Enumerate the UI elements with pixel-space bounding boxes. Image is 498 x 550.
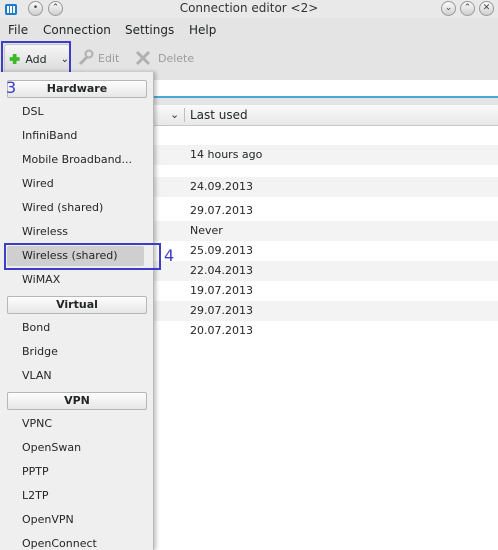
toolbar: Add ⌄ Edit Delete bbox=[0, 40, 498, 74]
table-row[interactable]: 22.04.2013 bbox=[150, 261, 498, 281]
section-virtual: Virtual bbox=[7, 296, 147, 314]
table-row[interactable]: 19.07.2013 bbox=[150, 281, 498, 301]
menu-item-bridge[interactable]: Bridge bbox=[22, 345, 58, 358]
table-row[interactable]: 14 hours ago bbox=[150, 145, 498, 165]
section-hardware: Hardware bbox=[7, 80, 147, 98]
connection-table: ⌄ Last used 14 hours ago 24.09.2013 29.0… bbox=[150, 105, 498, 550]
delete-label: Delete bbox=[158, 51, 195, 65]
menu-item-openvpn[interactable]: OpenVPN bbox=[22, 513, 74, 526]
table-row[interactable]: 29.07.2013 bbox=[150, 201, 498, 221]
add-connection-menu: Hardware DSL InfiniBand Mobile Broadband… bbox=[0, 72, 154, 550]
menu-item-bond[interactable]: Bond bbox=[22, 321, 50, 334]
menu-item-openswan[interactable]: OpenSwan bbox=[22, 441, 81, 454]
menu-item-mobile-broadband[interactable]: Mobile Broadband... bbox=[22, 153, 132, 166]
maximize-icon[interactable]: ⌃ bbox=[460, 1, 475, 16]
menu-file[interactable]: File bbox=[8, 23, 28, 37]
wireless-shared-highlight-box bbox=[4, 243, 161, 270]
menu-item-dsl[interactable]: DSL bbox=[22, 105, 44, 118]
table-row[interactable]: 24.09.2013 bbox=[150, 177, 498, 197]
edit-label: Edit bbox=[98, 51, 120, 65]
menu-item-vlan[interactable]: VLAN bbox=[22, 369, 52, 382]
menu-item-l2tp[interactable]: L2TP bbox=[22, 489, 48, 502]
menu-item-wimax[interactable]: WiMAX bbox=[22, 273, 60, 286]
menu-item-openconnect[interactable]: OpenConnect bbox=[22, 537, 97, 550]
menu-connection[interactable]: Connection bbox=[43, 23, 111, 37]
delete-button[interactable]: Delete bbox=[134, 44, 194, 72]
column-last-used[interactable]: Last used bbox=[190, 108, 248, 122]
step-3-annotation: 3 bbox=[6, 78, 17, 97]
menu-help[interactable]: Help bbox=[189, 23, 216, 37]
wrench-icon bbox=[78, 49, 94, 66]
menu-item-infiniband[interactable]: InfiniBand bbox=[22, 129, 77, 142]
menubar: File Connection Settings Help bbox=[0, 20, 498, 40]
close-icon[interactable]: ✕ bbox=[479, 1, 494, 16]
add-highlight-box bbox=[1, 41, 71, 75]
title-bar: • ⌃ Connection editor <2> ⌄ ⌃ ✕ bbox=[0, 0, 498, 18]
chevron-down-icon[interactable]: ⌄ bbox=[170, 108, 179, 121]
menu-item-wired[interactable]: Wired bbox=[22, 177, 54, 190]
menu-item-wired-shared[interactable]: Wired (shared) bbox=[22, 201, 103, 214]
table-row[interactable] bbox=[150, 125, 498, 145]
section-vpn: VPN bbox=[7, 392, 147, 410]
delete-icon bbox=[135, 50, 151, 66]
edit-button[interactable]: Edit bbox=[76, 44, 119, 72]
table-row[interactable]: Never bbox=[150, 221, 498, 241]
menu-item-pptp[interactable]: PPTP bbox=[22, 465, 49, 478]
minimize-icon[interactable]: ⌄ bbox=[441, 1, 456, 16]
menu-settings[interactable]: Settings bbox=[125, 23, 174, 37]
table-header: ⌄ Last used bbox=[150, 105, 498, 126]
menu-item-vpnc[interactable]: VPNC bbox=[22, 417, 52, 430]
menu-item-wireless[interactable]: Wireless bbox=[22, 225, 68, 238]
column-separator bbox=[184, 108, 185, 122]
table-row[interactable]: 25.09.2013 bbox=[150, 241, 498, 261]
table-row[interactable]: 20.07.2013 bbox=[150, 321, 498, 341]
step-4-annotation: 4 bbox=[164, 246, 175, 265]
table-row[interactable]: 29.07.2013 bbox=[150, 301, 498, 321]
window-title: Connection editor <2> bbox=[179, 1, 319, 15]
search-input[interactable] bbox=[150, 80, 498, 98]
